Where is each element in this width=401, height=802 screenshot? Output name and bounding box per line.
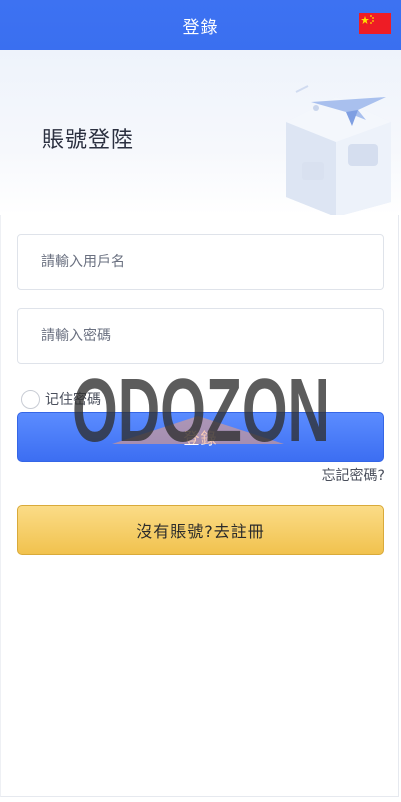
cube-illustration-icon: [286, 85, 391, 215]
forgot-password-link[interactable]: 忘記密碼?: [322, 465, 385, 485]
top-bar: 登錄: [0, 0, 401, 50]
hero-banner: 賬號登陸: [0, 50, 401, 215]
register-button[interactable]: 沒有賬號?去註冊: [17, 505, 384, 555]
username-input[interactable]: [39, 253, 383, 271]
login-button-label: 登錄: [183, 429, 218, 448]
password-field[interactable]: [17, 308, 384, 364]
register-button-label: 沒有賬號?去註冊: [136, 522, 265, 541]
china-flag-icon[interactable]: [359, 13, 391, 34]
page-title: 登錄: [182, 17, 219, 38]
password-input[interactable]: [39, 327, 383, 345]
remember-password-option[interactable]: 记住密碼: [21, 389, 101, 409]
remember-label: 记住密碼: [45, 392, 101, 408]
username-field[interactable]: [17, 234, 384, 290]
login-button[interactable]: 登錄: [17, 412, 384, 462]
login-heading: 賬號登陸: [42, 128, 135, 153]
remember-radio[interactable]: [21, 389, 40, 409]
